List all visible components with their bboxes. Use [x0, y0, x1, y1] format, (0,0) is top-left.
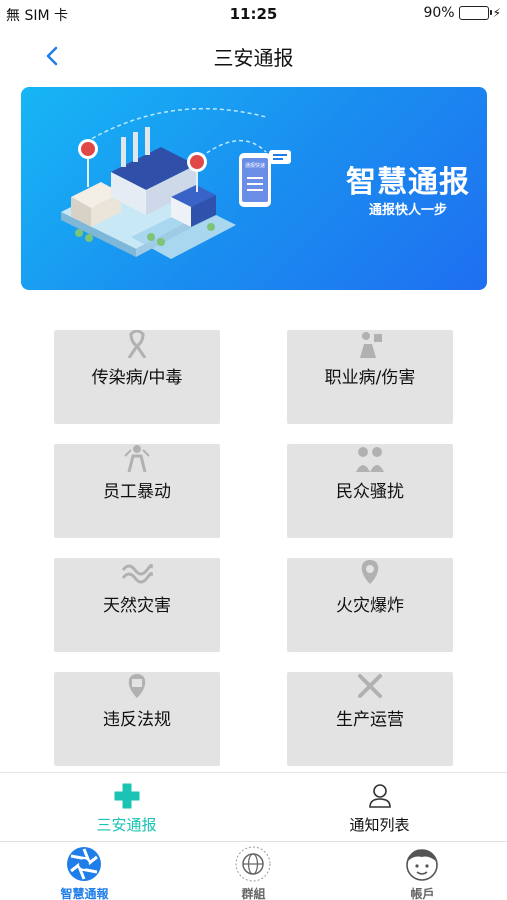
- ribbon-icon: [127, 330, 147, 358]
- location-pin-left: [78, 139, 98, 187]
- category-employee-riot[interactable]: 员工暴动: [54, 444, 220, 538]
- tab-label: 帳戶: [410, 887, 435, 900]
- medical-cross-icon: [114, 783, 140, 809]
- category-production-operation[interactable]: 生产运营: [287, 672, 453, 766]
- tab-label: 通知列表: [349, 816, 410, 834]
- battery-icon: [458, 6, 492, 20]
- fire-icon: [361, 560, 379, 584]
- tab-sanan-report[interactable]: 三安通报: [0, 773, 253, 842]
- category-label: 员工暴动: [103, 482, 171, 502]
- category-label: 生产运营: [336, 710, 404, 730]
- wave-icon: [121, 563, 153, 584]
- category-occupational-injury[interactable]: 职业病/伤害: [287, 330, 453, 424]
- status-bar: 無 SIM 卡 11:25 90% ⚡: [0, 0, 507, 28]
- category-label: 民众骚扰: [336, 482, 404, 502]
- globe-icon: [235, 846, 271, 882]
- banner-title: 智慧通报: [346, 165, 470, 200]
- battery-percent: 90%: [423, 5, 455, 21]
- tools-icon: [358, 674, 382, 698]
- page-title: 三安通报: [213, 46, 294, 70]
- avatar-icon: [406, 849, 438, 881]
- nav-bar: 三安通报: [0, 28, 507, 84]
- category-regulation-violation[interactable]: 违反法规: [54, 672, 220, 766]
- category-public-harassment[interactable]: 民众骚扰: [287, 444, 453, 538]
- status-right: 90% ⚡: [423, 5, 501, 21]
- main-tab-bar: 智慧通報 群組 帳戶: [0, 841, 507, 900]
- tab-label: 群組: [241, 887, 266, 900]
- tab-group[interactable]: 群組: [169, 842, 338, 900]
- category-label: 违反法规: [103, 710, 171, 730]
- category-label: 传染病/中毒: [91, 368, 183, 388]
- tab-label: 三安通报: [96, 816, 157, 834]
- category-natural-disaster[interactable]: 天然灾害: [54, 558, 220, 652]
- banner-subtitle: 通报快人一步: [368, 203, 447, 218]
- group-icon: [356, 447, 384, 472]
- category-label: 火灾爆炸: [336, 596, 404, 616]
- category-fire-explosion[interactable]: 火灾爆炸: [287, 558, 453, 652]
- person-icon: [369, 784, 391, 808]
- aperture-icon: [67, 847, 101, 881]
- tab-smart-report[interactable]: 智慧通報: [0, 842, 169, 900]
- tab-label: 智慧通報: [60, 887, 109, 900]
- law-icon: [128, 674, 146, 698]
- tab-account[interactable]: 帳戶: [338, 842, 507, 900]
- sub-tab-bar: 三安通报 通知列表: [0, 772, 507, 841]
- hero-banner: 通报快速 智慧通报 通报快人一步: [21, 87, 487, 290]
- charging-icon: ⚡: [492, 6, 501, 20]
- tab-notification-list[interactable]: 通知列表: [253, 773, 506, 842]
- crowd-icon: [124, 445, 150, 472]
- category-infectious-disease[interactable]: 传染病/中毒: [54, 330, 220, 424]
- category-label: 职业病/伤害: [324, 368, 416, 388]
- phone-screen-text: 通报快速: [244, 163, 265, 169]
- injury-icon: [360, 332, 382, 358]
- category-label: 天然灾害: [103, 596, 171, 616]
